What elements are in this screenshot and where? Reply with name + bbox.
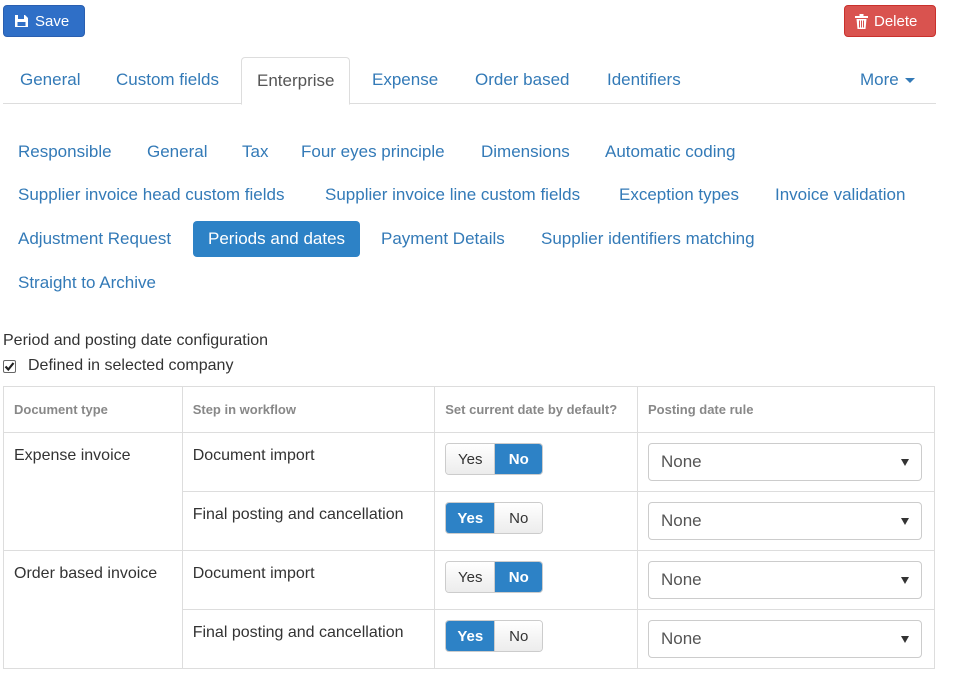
posting-date-rule-select[interactable]: None	[647, 502, 922, 540]
subnav-exception-types[interactable]: Exception types	[604, 177, 754, 213]
check-icon	[4, 361, 15, 371]
select-value: None	[660, 511, 702, 530]
current-date-toggle: Yes No	[445, 620, 544, 652]
subnav-supplier-invoice-head-custom-fields[interactable]: Supplier invoice head custom fields	[3, 177, 299, 213]
no-option[interactable]: No	[494, 562, 543, 592]
current-date-toggle: Yes No	[445, 502, 544, 534]
step-cell: Final posting and cancellation	[181, 609, 436, 669]
select-value: None	[660, 570, 702, 589]
tab-identifiers[interactable]: Identifiers	[607, 57, 681, 104]
delete-button[interactable]: Delete	[844, 5, 936, 37]
tab-more[interactable]: More	[860, 57, 915, 104]
subnav-automatic-coding[interactable]: Automatic coding	[590, 134, 750, 170]
no-option[interactable]: No	[494, 503, 543, 533]
step-cell: Document import	[181, 550, 436, 610]
defined-in-company-checkbox[interactable]	[3, 359, 16, 373]
section-title: Period and posting date configuration	[3, 332, 269, 349]
current-date-cell: Yes No	[434, 491, 638, 551]
subnav-payment-details[interactable]: Payment Details	[366, 221, 520, 257]
tab-custom-fields[interactable]: Custom fields	[116, 57, 219, 104]
yes-option[interactable]: Yes	[446, 621, 495, 651]
subnav-periods-and-dates[interactable]: Periods and dates	[193, 221, 361, 257]
current-date-cell: Yes No	[434, 432, 638, 492]
subnav-general[interactable]: General	[132, 134, 222, 170]
header-document-type: Document type	[3, 386, 183, 433]
posting-rule-cell: None	[636, 491, 936, 551]
tab-order-based[interactable]: Order based	[475, 57, 570, 104]
header-step-in-workflow: Step in workflow	[181, 386, 436, 433]
select-value: None	[660, 452, 702, 471]
defined-in-company-label: Defined in selected company	[28, 357, 234, 374]
subnav-tax[interactable]: Tax	[227, 134, 283, 170]
dropdown-arrow-icon	[900, 635, 909, 643]
posting-date-rule-select[interactable]: None	[647, 620, 922, 658]
posting-rule-cell: None	[636, 609, 936, 669]
step-cell: Final posting and cancellation	[181, 491, 436, 551]
save-button[interactable]: Save	[3, 5, 85, 37]
posting-rule-cell: None	[636, 550, 936, 610]
header-posting-date-rule: Posting date rule	[636, 386, 936, 433]
delete-button-label: Delete	[874, 12, 918, 30]
subnav-supplier-invoice-line-custom-fields[interactable]: Supplier invoice line custom fields	[310, 177, 595, 213]
table-row: Expense invoice Document import Yes No N…	[3, 432, 936, 551]
posting-rule-cell: None	[636, 432, 936, 492]
subnav-supplier-identifiers-matching[interactable]: Supplier identifiers matching	[526, 221, 770, 257]
dropdown-arrow-icon	[900, 458, 909, 466]
table-row: Order based invoice Document import Yes …	[3, 550, 936, 669]
yes-option[interactable]: Yes	[446, 444, 495, 474]
header-set-current-date: Set current date by default?	[434, 386, 638, 433]
table-header-row: Document type Step in workflow Set curre…	[3, 386, 936, 433]
current-date-toggle: Yes No	[445, 561, 544, 593]
tab-general[interactable]: General	[20, 57, 80, 104]
posting-date-rule-select[interactable]: None	[647, 561, 922, 599]
subnav-four-eyes-principle[interactable]: Four eyes principle	[286, 134, 460, 170]
document-type-cell: Order based invoice	[3, 550, 183, 669]
subnav-adjustment-request[interactable]: Adjustment Request	[3, 221, 186, 257]
subnav-dimensions[interactable]: Dimensions	[466, 134, 585, 170]
current-date-cell: Yes No	[434, 550, 638, 610]
yes-option[interactable]: Yes	[446, 503, 495, 533]
current-date-cell: Yes No	[434, 609, 638, 669]
subnav-responsible[interactable]: Responsible	[3, 134, 127, 170]
posting-date-rule-select[interactable]: None	[647, 443, 922, 481]
no-option[interactable]: No	[494, 444, 543, 474]
tab-enterprise[interactable]: Enterprise	[241, 57, 351, 105]
main-tabs: General Custom fields Enterprise Expense…	[3, 57, 936, 105]
tab-expense[interactable]: Expense	[372, 57, 438, 104]
current-date-toggle: Yes No	[445, 443, 544, 475]
dropdown-arrow-icon	[900, 576, 909, 584]
defined-in-company-row: Defined in selected company	[3, 357, 233, 375]
document-type-cell: Expense invoice	[3, 432, 183, 551]
subnav-invoice-validation[interactable]: Invoice validation	[760, 177, 920, 213]
step-cell: Document import	[181, 432, 436, 492]
subnav-straight-to-archive[interactable]: Straight to Archive	[3, 265, 171, 301]
no-option[interactable]: No	[494, 621, 543, 651]
trash-icon	[855, 13, 868, 29]
save-button-label: Save	[35, 12, 70, 30]
dropdown-arrow-icon	[900, 517, 909, 525]
yes-option[interactable]: Yes	[446, 562, 495, 592]
save-icon	[14, 14, 29, 28]
caret-down-icon	[904, 78, 915, 84]
period-config-table: Document type Step in workflow Set curre…	[3, 386, 936, 669]
select-value: None	[660, 629, 702, 648]
